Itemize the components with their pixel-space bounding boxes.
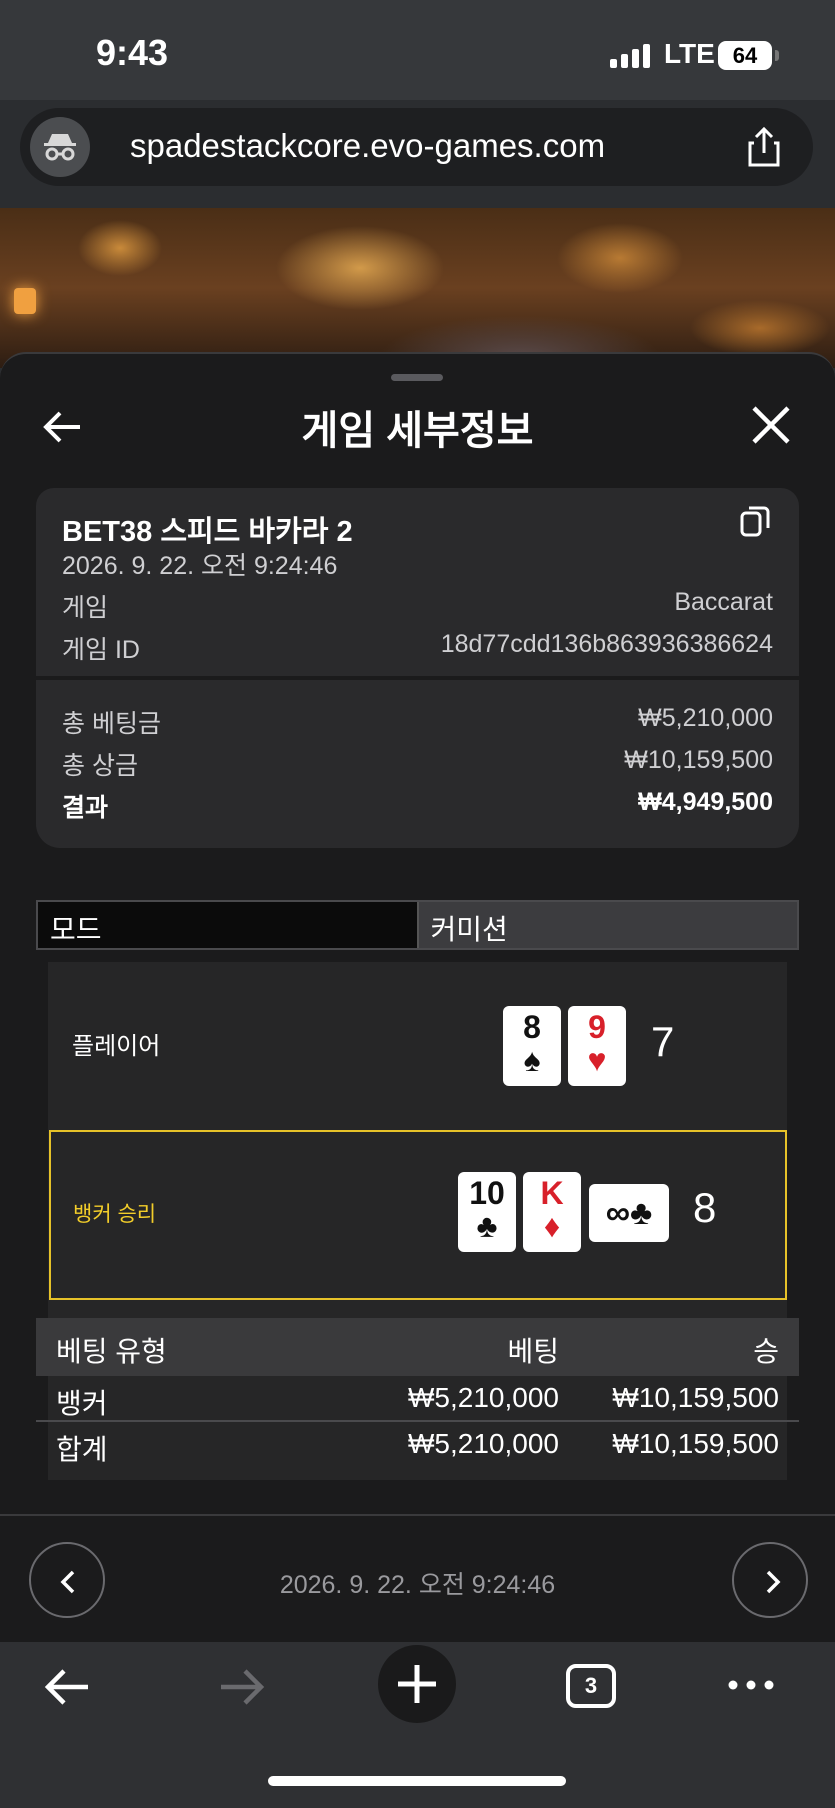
address-bar[interactable]: spadestackcore.evo-games.com: [20, 108, 813, 186]
game-value: Baccarat: [674, 588, 773, 616]
share-icon[interactable]: [742, 125, 786, 169]
battery-icon: 64: [718, 41, 772, 70]
clock: 9:43: [96, 32, 169, 73]
win-amount-cell: ₩10,159,500: [612, 1382, 779, 1413]
result-value: ₩4,949,500: [638, 788, 773, 816]
game-details-sheet: 게임 세부정보 BET38 스피드 바카라 2 2026. 9. 22. 오전 …: [0, 352, 835, 1642]
player-card-1: 8 ♠: [503, 1006, 561, 1086]
total-payout-label: 총 상금: [62, 752, 138, 780]
player-card-2: 9 ♥: [568, 1006, 626, 1086]
status-bar: 9:43 LTE 64: [0, 0, 835, 100]
incognito-icon[interactable]: [30, 117, 90, 177]
home-indicator[interactable]: [268, 1776, 566, 1786]
total-payout-value: ₩10,159,500: [624, 746, 773, 774]
card-rank: 8: [523, 1009, 541, 1045]
bet-type-cell: 뱅커: [56, 1388, 108, 1419]
game-background-image: [0, 208, 835, 368]
tab-switcher-button[interactable]: 3: [566, 1664, 616, 1708]
tab-mode[interactable]: 모드: [38, 902, 417, 948]
game-id-value: 18d77cdd136b863936386624: [440, 630, 773, 658]
chevron-right-icon: [766, 1570, 781, 1594]
lantern-decoration: [14, 288, 36, 314]
more-icon[interactable]: [726, 1672, 776, 1698]
browser-back-icon[interactable]: [42, 1662, 92, 1712]
close-icon[interactable]: [750, 404, 792, 446]
url-text[interactable]: spadestackcore.evo-games.com: [130, 127, 605, 165]
bet-amount-cell: ₩5,210,000: [408, 1428, 559, 1459]
plus-icon: [398, 1665, 436, 1703]
new-tab-button[interactable]: [378, 1645, 456, 1723]
sheet-grab-handle[interactable]: [391, 374, 443, 381]
game-name: BET38 스피드 바카라 2: [62, 516, 353, 548]
browser-forward-icon[interactable]: [217, 1662, 267, 1712]
col-bet: 베팅: [507, 1336, 559, 1367]
club-icon: ♣: [476, 1208, 498, 1244]
heart-icon: ♥: [587, 1042, 607, 1078]
battery-tip: [775, 50, 779, 61]
total-bet-value: ₩5,210,000: [638, 704, 773, 732]
game-label: 게임: [62, 594, 109, 622]
bet-table: 베팅 유형 베팅 승 뱅커 ₩5,210,000 ₩10,159,500 합계 …: [36, 1318, 799, 1468]
card-rank: ∞: [605, 1194, 630, 1232]
spade-icon: ♠: [523, 1042, 541, 1078]
card-rank: 10: [469, 1175, 505, 1211]
banker-win-label: 뱅커 승리: [73, 1203, 157, 1226]
card-rank: K: [540, 1175, 564, 1211]
network-type: LTE: [664, 38, 715, 69]
signal-icon: [610, 44, 652, 68]
club-icon: ♣: [629, 1194, 653, 1232]
round-datetime: 2026. 9. 22. 오전 9:24:46: [279, 1571, 556, 1599]
table-row: 뱅커 ₩5,210,000 ₩10,159,500: [36, 1376, 799, 1422]
result-label: 결과: [62, 794, 109, 822]
table-row-total: 합계 ₩5,210,000 ₩10,159,500: [36, 1422, 799, 1468]
divider: [0, 1514, 835, 1516]
diamond-icon: ♦: [543, 1208, 561, 1244]
banker-card-1: 10 ♣: [458, 1172, 516, 1252]
banker-total: 8: [693, 1184, 717, 1231]
player-total: 7: [651, 1018, 675, 1065]
win-amount-cell: ₩10,159,500: [612, 1428, 779, 1459]
banker-card-3-sideways: ∞♣: [589, 1184, 669, 1242]
game-datetime: 2026. 9. 22. 오전 9:24:46: [62, 552, 338, 580]
game-info-card: BET38 스피드 바카라 2 2026. 9. 22. 오전 9:24:46 …: [36, 488, 799, 676]
mode-tabs: 모드 커미션: [36, 900, 799, 950]
banker-winner-frame: 뱅커 승리 10 ♣ K ♦ ∞♣ 8: [49, 1130, 787, 1300]
game-id-label: 게임 ID: [62, 636, 140, 664]
tab-commission[interactable]: 커미션: [416, 902, 797, 948]
summary-card: 총 베팅금 ₩5,210,000 총 상금 ₩10,159,500 결과 ₩4,…: [36, 680, 799, 848]
next-round-button[interactable]: [732, 1542, 808, 1618]
bet-amount-cell: ₩5,210,000: [408, 1382, 559, 1413]
sheet-title: 게임 세부정보: [301, 409, 534, 453]
table-header: 베팅 유형 베팅 승: [36, 1318, 799, 1376]
banker-card-2: K ♦: [523, 1172, 581, 1252]
col-bet-type: 베팅 유형: [56, 1336, 167, 1367]
col-win: 승: [753, 1336, 779, 1367]
player-label: 플레이어: [72, 1033, 161, 1060]
total-bet-label: 총 베팅금: [62, 710, 161, 738]
card-rank: 9: [588, 1009, 606, 1045]
bet-type-cell: 합계: [56, 1434, 108, 1465]
copy-icon[interactable]: [740, 504, 770, 538]
